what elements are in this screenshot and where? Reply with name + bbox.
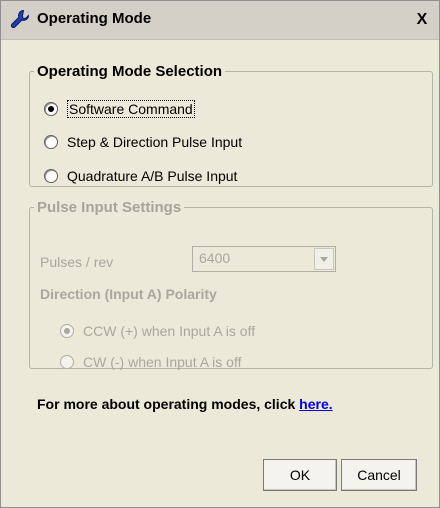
pulses-per-rev-value: 6400 xyxy=(199,250,231,266)
radio-label-software-command: Software Command xyxy=(67,100,195,118)
wrench-icon xyxy=(10,9,30,29)
pulse-input-settings-group: Pulse Input Settings Pulses / rev 6400 D… xyxy=(29,199,433,370)
ok-button[interactable]: OK xyxy=(263,459,337,491)
info-text: For more about operating modes, click he… xyxy=(37,396,333,412)
radio-quadrature[interactable]: Quadrature A/B Pulse Input xyxy=(44,165,237,187)
operating-mode-selection-legend: Operating Mode Selection xyxy=(37,63,223,80)
window-title: Operating Mode xyxy=(37,10,152,27)
radio-button[interactable] xyxy=(60,324,74,338)
info-text-prefix: For more about operating modes, click xyxy=(37,396,300,412)
operating-mode-dialog: Operating Mode X Operating Mode Selectio… xyxy=(0,0,440,508)
radio-label-step-direction: Step & Direction Pulse Input xyxy=(67,134,243,150)
radio-ccw-polarity[interactable]: CCW (+) when Input A is off xyxy=(60,320,255,342)
radio-label-ccw: CCW (+) when Input A is off xyxy=(83,323,256,339)
pulses-per-rev-dropdown[interactable]: 6400 xyxy=(192,246,336,272)
pulses-per-rev-label: Pulses / rev xyxy=(40,254,114,270)
radio-software-command[interactable]: Software Command xyxy=(44,98,195,120)
here-link[interactable]: here. xyxy=(299,396,332,412)
radio-label-cw: CW (-) when Input A is off xyxy=(83,354,242,370)
chevron-down-icon[interactable] xyxy=(314,248,334,270)
radio-cw-polarity[interactable]: CW (-) when Input A is off xyxy=(60,351,241,373)
operating-mode-selection-group: Operating Mode Selection Software Comman… xyxy=(29,63,433,187)
pulse-input-settings-legend: Pulse Input Settings xyxy=(37,199,182,216)
radio-step-direction[interactable]: Step & Direction Pulse Input xyxy=(44,131,242,153)
radio-button[interactable] xyxy=(44,135,58,149)
radio-label-quadrature: Quadrature A/B Pulse Input xyxy=(67,168,238,184)
radio-button[interactable] xyxy=(44,102,58,116)
radio-button[interactable] xyxy=(60,355,74,369)
title-bar: Operating Mode X xyxy=(1,1,439,40)
cancel-button[interactable]: Cancel xyxy=(341,459,417,491)
radio-button[interactable] xyxy=(44,169,58,183)
close-button[interactable]: X xyxy=(413,10,431,30)
direction-polarity-label: Direction (Input A) Polarity xyxy=(40,286,217,302)
